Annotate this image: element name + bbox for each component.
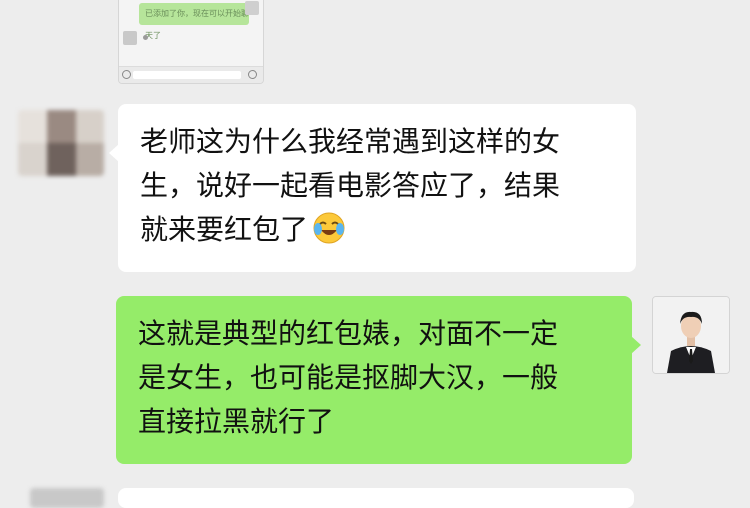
plus-icon bbox=[248, 70, 257, 79]
message-line: 老师这为什么我经常遇到这样的女 bbox=[140, 125, 561, 158]
message-line: 生，说好一起看电影答应了，结果 bbox=[140, 169, 561, 202]
voice-icon bbox=[122, 70, 131, 79]
message-line: 这就是典型的红包婊，对面不一定 bbox=[138, 317, 559, 350]
message-text: 就来要红包了 bbox=[140, 213, 309, 246]
sender-avatar[interactable] bbox=[18, 110, 104, 176]
quoted-input-bar bbox=[119, 66, 263, 83]
message-line: 直接拉黑就行了 bbox=[138, 405, 335, 438]
quoted-input-field bbox=[133, 71, 241, 79]
teacher-avatar[interactable] bbox=[652, 296, 730, 374]
quoted-green-bubble: 已添加了你，现在可以开始聊天了 bbox=[139, 3, 249, 40]
message-line: 是女生，也可能是抠脚大汉，一般 bbox=[138, 361, 559, 394]
quoted-avatar-left bbox=[123, 31, 137, 45]
crying-laughing-emoji-icon bbox=[312, 211, 346, 245]
quoted-avatar-right bbox=[245, 1, 259, 15]
next-sender-avatar[interactable] bbox=[30, 488, 104, 508]
quoted-chat-screenshot[interactable]: 已添加了你，现在可以开始聊天了 bbox=[118, 0, 264, 84]
message-line: 就来要红包了 bbox=[140, 208, 616, 252]
quoted-dot bbox=[143, 35, 148, 40]
next-message-bubble[interactable] bbox=[118, 488, 634, 508]
incoming-message-bubble[interactable]: 老师这为什么我经常遇到这样的女 生，说好一起看电影答应了，结果 就来要红包了 bbox=[109, 104, 636, 272]
outgoing-message-bubble[interactable]: 这就是典型的红包婊，对面不一定 是女生，也可能是抠脚大汉，一般 直接拉黑就行了 bbox=[116, 296, 641, 464]
